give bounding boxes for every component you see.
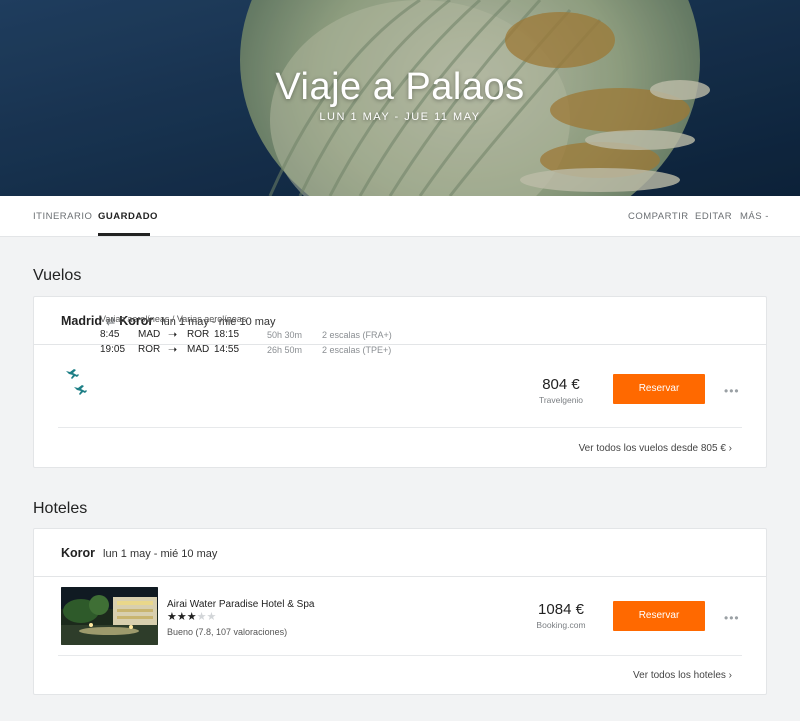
share-button[interactable]: COMPARTIR	[628, 211, 689, 222]
hotels-section-title: Hoteles	[33, 500, 88, 517]
hotel-dates: lun 1 may - mié 10 may	[103, 548, 218, 560]
hotel-photo[interactable]	[61, 587, 158, 645]
see-all-hotels-link[interactable]: Ver todos los hoteles ›	[633, 670, 732, 681]
hotel-result-row: Airai Water Paradise Hotel & Spa ★★★★★ B…	[34, 577, 766, 659]
flight-provider: Travelgenio	[538, 395, 584, 405]
see-all-flights-link[interactable]: Ver todos los vuelos desde 805 € ›	[579, 443, 732, 454]
star-icon: ★	[176, 611, 187, 623]
trip-tab-bar: ITINERARIO GUARDADO COMPARTIR EDITAR MÁS…	[0, 196, 800, 237]
divider	[58, 655, 742, 656]
flights-card: Madrid ⇄ Koror lun 1 may - mié 10 may Varia…	[33, 296, 767, 468]
tab-saved[interactable]: GUARDADO	[98, 211, 158, 222]
flight-duration: 50h 30m	[267, 330, 303, 340]
flight-result-row: 804 € Travelgenio Reservar •••	[34, 345, 766, 427]
trip-dates: LUN 1 MAY - JUE 11 MAY	[319, 111, 481, 123]
star-icon: ★	[167, 611, 177, 623]
airlines-label: Varias aerolíneas / Varias aerolíneas	[100, 314, 247, 324]
depart-time: 8:45	[100, 329, 120, 340]
hotel-location: Koror lun 1 may - mié 10 may	[61, 546, 217, 560]
book-hotel-button[interactable]: Reservar	[613, 601, 705, 631]
hotel-rating: Bueno (7.8, 107 valoraciones)	[167, 627, 288, 637]
flights-section-title: Vuelos	[33, 267, 82, 284]
hotel-stars: ★★★★★	[167, 610, 216, 623]
more-menu-button[interactable]: MÁS -	[740, 211, 769, 222]
arrow-right-icon: ➝	[168, 329, 178, 341]
arrive-time: 18:15	[214, 329, 240, 340]
hotel-price: 1084 €	[538, 601, 584, 618]
more-horizontal-icon[interactable]: •••	[724, 384, 740, 398]
hotels-card: Koror lun 1 may - mié 10 may Airai Water …	[33, 528, 767, 695]
origin-city: Madrid	[61, 314, 102, 328]
tab-itinerary[interactable]: ITINERARIO	[33, 211, 92, 222]
hotel-city: Koror	[61, 546, 96, 560]
trip-title: Viaje a Palaos	[275, 66, 525, 108]
hotel-provider: Booking.com	[536, 620, 586, 630]
more-horizontal-icon[interactable]: •••	[724, 611, 740, 625]
book-flight-button[interactable]: Reservar	[613, 374, 705, 404]
hotels-card-header: Koror lun 1 may - mié 10 may	[34, 529, 766, 577]
star-icon: ★	[206, 611, 217, 623]
edit-button[interactable]: EDITAR	[695, 211, 732, 222]
divider	[58, 427, 742, 428]
hotel-name[interactable]: Airai Water Paradise Hotel & Spa	[167, 599, 314, 610]
flight-price: 804 €	[542, 376, 580, 393]
trip-hero: Viaje a Palaos LUN 1 MAY - JUE 11 MAY	[0, 0, 800, 196]
from-airport: MAD	[138, 329, 161, 340]
star-icon: ★	[186, 611, 197, 623]
to-airport: ROR	[187, 329, 210, 340]
active-tab-indicator	[98, 233, 150, 236]
star-icon: ★	[196, 611, 207, 623]
flight-stops: 2 escalas (FRA+)	[322, 330, 392, 340]
